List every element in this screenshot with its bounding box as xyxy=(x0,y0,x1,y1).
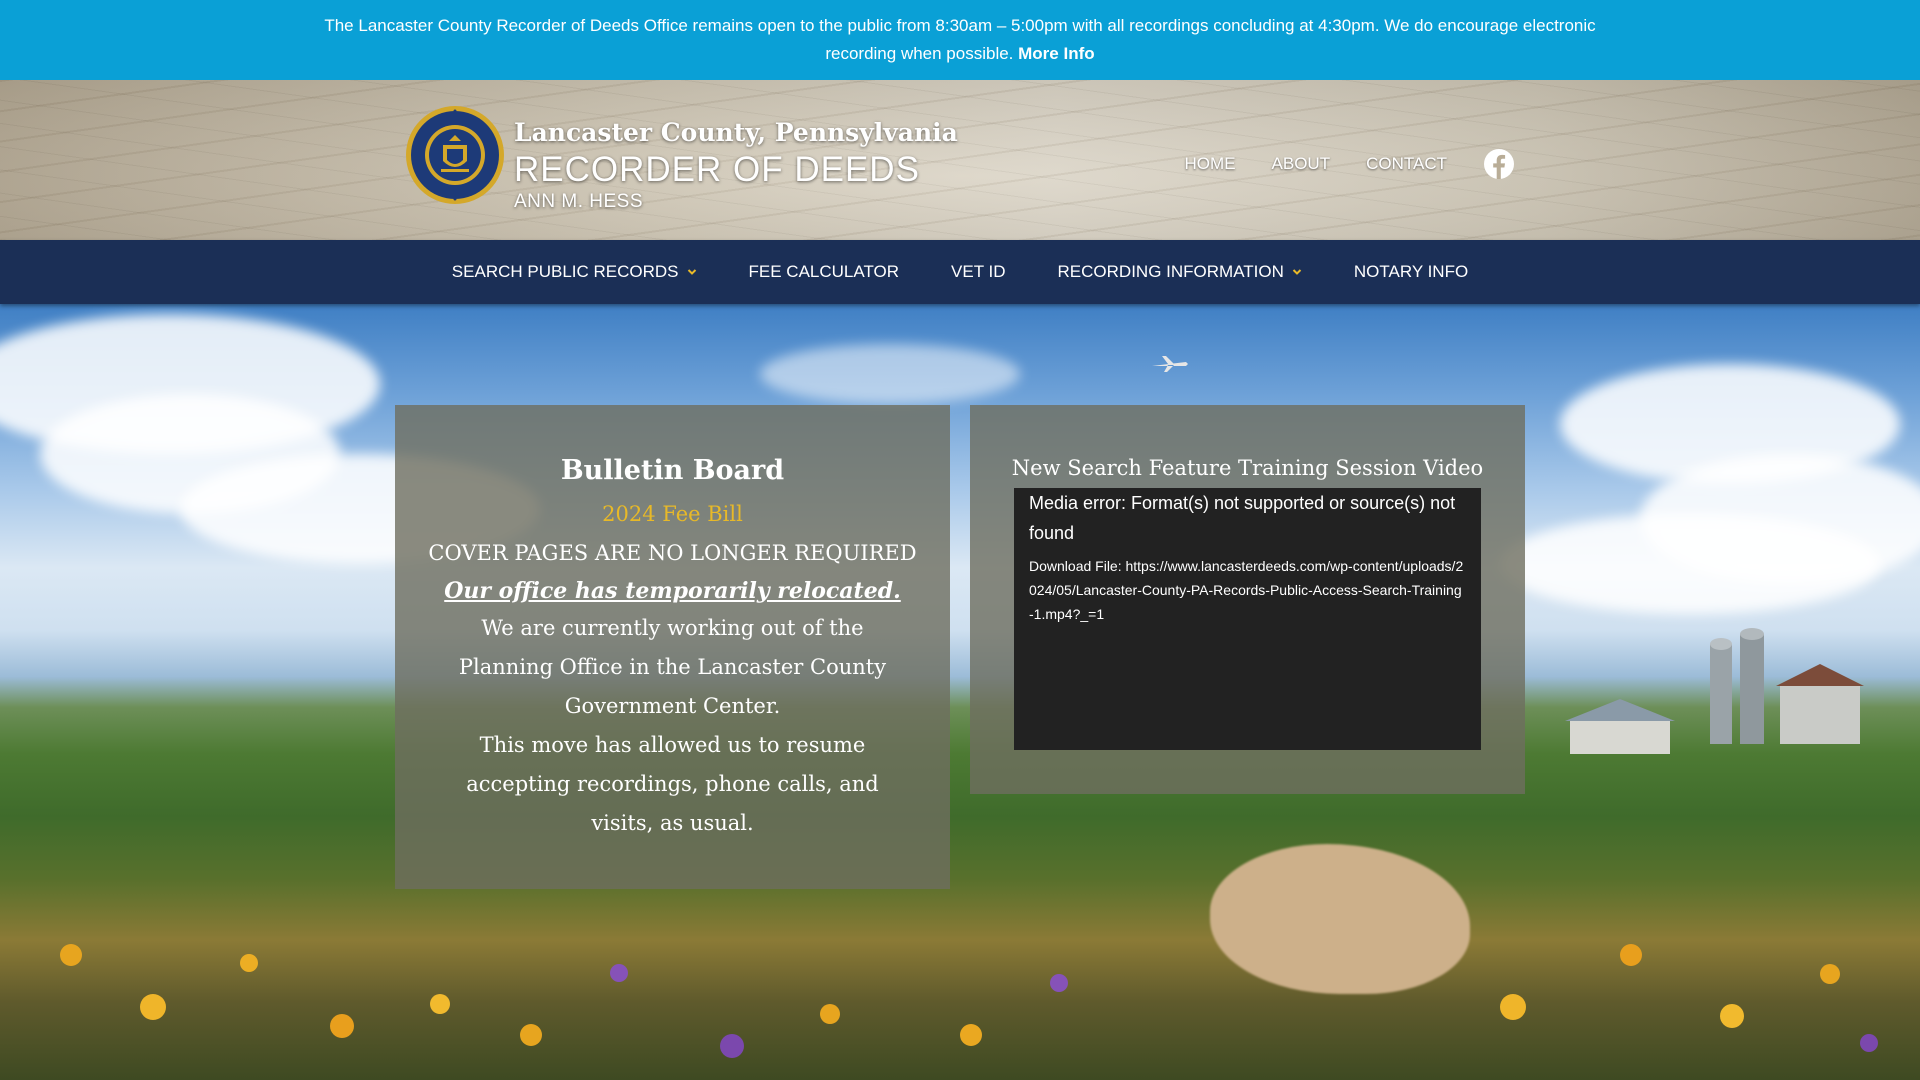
rock-shape xyxy=(1210,844,1470,994)
video-player[interactable]: Media error: Format(s) not supported or … xyxy=(1014,488,1481,750)
nav-label: VET ID xyxy=(951,262,1006,281)
farm-silos-graphic xyxy=(1710,628,1864,744)
nav-label: FEE CALCULATOR xyxy=(748,262,900,281)
flower-dot xyxy=(140,994,166,1020)
flower-dot xyxy=(820,1004,840,1024)
chevron-down-icon xyxy=(1292,269,1302,275)
cloud-shape xyxy=(1500,514,1880,614)
download-file-link[interactable]: Download File: https://www.lancasterdeed… xyxy=(1029,554,1466,626)
county-seal-logo[interactable] xyxy=(405,105,505,205)
bulletin-title: Bulletin Board xyxy=(560,455,785,486)
flower-dot xyxy=(1500,994,1526,1020)
cloud-shape xyxy=(760,344,1020,404)
nav-notary-info[interactable]: NOTARY INFO xyxy=(1354,262,1468,282)
main-nav: SEARCH PUBLIC RECORDS FEE CALCULATOR VET… xyxy=(0,240,1920,304)
farm-barn-graphic xyxy=(1565,699,1675,754)
brand-person: ANN M. HESS xyxy=(514,191,644,212)
flower-dot xyxy=(610,964,628,982)
nav-recording-information[interactable]: RECORDING INFORMATION xyxy=(1058,262,1302,282)
nav-fee-calculator[interactable]: FEE CALCULATOR xyxy=(749,262,900,282)
video-title: New Search Feature Training Session Vide… xyxy=(1011,456,1484,480)
chevron-down-icon xyxy=(687,269,696,275)
facebook-icon[interactable] xyxy=(1483,148,1515,180)
nav-contact[interactable]: CONTACT xyxy=(1366,154,1447,174)
flower-dot xyxy=(520,1024,542,1046)
bulletin-board-card: Bulletin Board 2024 Fee Bill COVER PAGES… xyxy=(395,405,950,889)
site-header xyxy=(0,80,1920,240)
flower-dot xyxy=(1720,1004,1744,1028)
nav-about[interactable]: ABOUT xyxy=(1272,154,1331,174)
more-info-link[interactable]: More Info xyxy=(1018,44,1095,63)
media-error-message: Media error: Format(s) not supported or … xyxy=(1029,493,1456,543)
flower-dot xyxy=(1620,944,1642,966)
brand-office: RECORDER OF DEEDS xyxy=(514,150,920,189)
nav-label: RECORDING INFORMATION xyxy=(1057,262,1284,281)
flower-dot xyxy=(960,1024,982,1046)
notice-bar: The Lancaster County Recorder of Deeds O… xyxy=(0,0,1920,80)
flower-dot xyxy=(1050,974,1068,992)
notice-inner: The Lancaster County Recorder of Deeds O… xyxy=(310,12,1610,68)
flower-dot xyxy=(1820,964,1840,984)
flower-dot xyxy=(1860,1034,1878,1052)
video-card: New Search Feature Training Session Vide… xyxy=(970,405,1525,794)
nav-home[interactable]: HOME xyxy=(1185,154,1236,174)
fee-bill-link[interactable]: 2024 Fee Bill xyxy=(395,499,950,529)
site-brand[interactable]: Lancaster County, Pennsylvania RECORDER … xyxy=(514,117,958,213)
nav-label: SEARCH PUBLIC RECORDS xyxy=(451,262,679,281)
brand-county: Lancaster County, Pennsylvania xyxy=(514,118,958,147)
flower-dot xyxy=(60,944,82,966)
flower-dot xyxy=(430,994,450,1014)
nav-search-public-records[interactable]: SEARCH PUBLIC RECORDS xyxy=(452,262,697,282)
top-nav: HOME ABOUT CONTACT xyxy=(1149,148,1515,180)
bulletin-paragraph-location: We are currently working out of the Plan… xyxy=(458,616,887,718)
bulletin-paragraph-resume: This move has allowed us to resume accep… xyxy=(466,733,879,835)
nav-vet-id[interactable]: VET ID xyxy=(951,262,1005,282)
flower-dot xyxy=(240,954,258,972)
flower-dot xyxy=(720,1034,744,1058)
nav-label: NOTARY INFO xyxy=(1353,262,1469,281)
hero-background-image xyxy=(0,304,1920,1080)
flower-dot xyxy=(330,1014,354,1038)
notice-text: The Lancaster County Recorder of Deeds O… xyxy=(324,16,1596,63)
cover-pages-notice: COVER PAGES ARE NO LONGER REQUIRED xyxy=(428,541,917,565)
relocated-notice: Our office has temporarily relocated. xyxy=(444,578,901,604)
airplane-icon xyxy=(1152,356,1188,372)
